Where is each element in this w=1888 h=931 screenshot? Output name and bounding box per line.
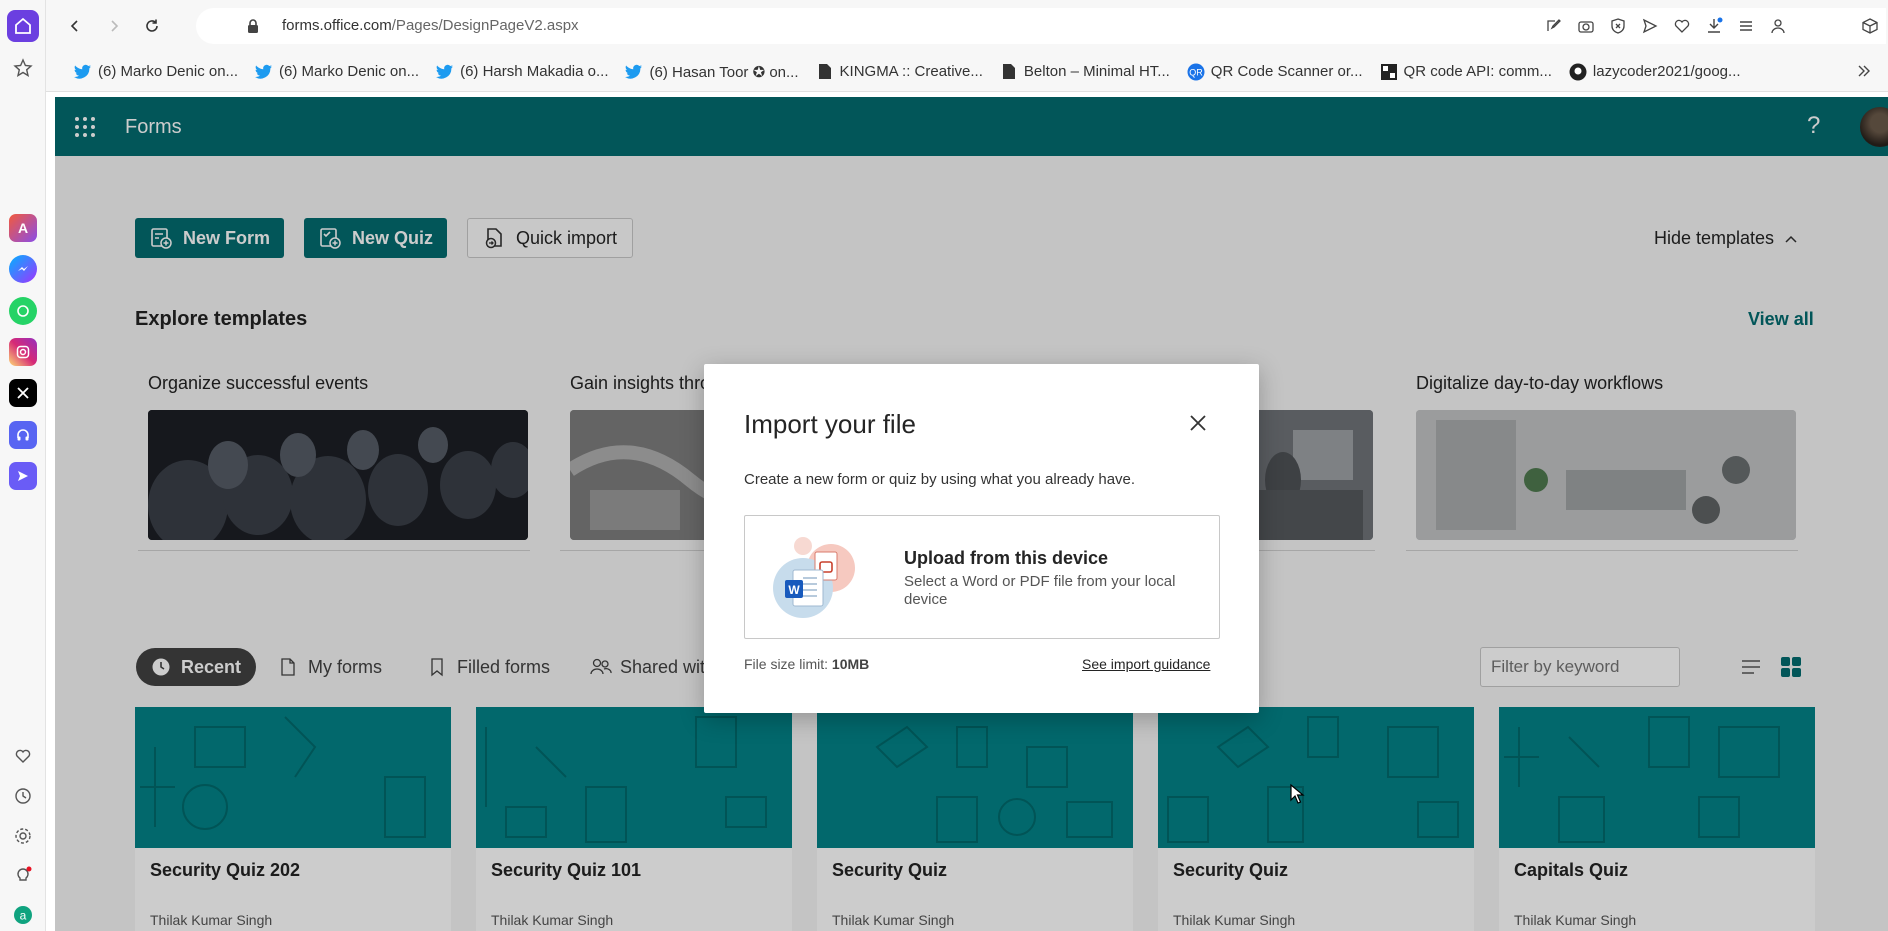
bookmark-item[interactable]: (6) Marko Denic on... [74,63,238,81]
svg-text:W: W [788,583,800,597]
assistant-icon[interactable]: a [7,899,39,931]
home-icon[interactable] [7,10,39,42]
twitter-bird-icon [625,63,643,81]
forward-arrow-icon[interactable] [102,14,126,38]
bookmark-item[interactable]: (6) Hasan Toor ✪ on... [625,63,799,81]
upload-title: Upload from this device [904,548,1109,568]
heart-icon[interactable] [7,740,39,772]
profile-icon[interactable] [1766,14,1790,38]
edit-page-icon[interactable] [1542,14,1566,38]
browser-sidebar: A a [0,0,46,931]
bookmark-item[interactable]: (6) Marko Denic on... [255,63,419,81]
svg-text:QR: QR [1189,67,1203,77]
download-icon[interactable] [1702,14,1726,38]
whatsapp-icon[interactable] [9,297,37,325]
twitter-bird-icon [74,63,92,81]
browser-toolbar: forms.office.com/Pages/DesignPageV2.aspx [46,0,1888,52]
close-icon[interactable] [1186,411,1210,435]
bookmark-item[interactable]: KINGMA :: Creative... [816,63,983,81]
dialog-title: Import your file [744,409,916,439]
upload-description: Select a Word or PDF file from your loca… [904,573,1176,608]
screenshot-camera-icon[interactable] [1574,14,1598,38]
url-text: forms.office.com/Pages/DesignPageV2.aspx [282,17,579,34]
reload-icon[interactable] [140,14,164,38]
headphones-app-icon[interactable] [9,421,37,449]
mouse-cursor-icon [1289,783,1305,805]
extensions-cube-icon[interactable] [1858,14,1882,38]
svg-text:a: a [20,909,27,923]
lock-icon[interactable] [246,18,260,34]
lightbulb-icon[interactable] [7,859,39,891]
send-app-icon[interactable] [9,462,37,490]
page-icon [1000,63,1018,81]
github-icon [1569,63,1587,81]
upload-file-illustration: W [773,536,859,622]
bookmarks-bar: (6) Marko Denic on... (6) Marko Denic on… [46,52,1888,92]
back-arrow-icon[interactable] [63,14,87,38]
dialog-subtitle: Create a new form or quiz by using what … [744,471,1136,488]
shield-block-icon[interactable] [1606,14,1630,38]
see-import-guidance-link[interactable]: See import guidance [1082,656,1210,672]
qr-icon: QR [1187,63,1205,81]
settings-gear-icon[interactable] [7,820,39,852]
more-bookmarks-chevron-icon[interactable] [1856,63,1872,79]
twitter-bird-icon [255,63,273,81]
bookmark-item[interactable]: QR QR Code Scanner or... [1187,63,1363,81]
bookmark-item[interactable]: lazycoder2021/goog... [1569,63,1741,81]
instagram-icon[interactable] [9,338,37,366]
aria-app-icon[interactable]: A [9,214,37,242]
bookmark-item[interactable]: Belton – Minimal HT... [1000,63,1170,81]
page-icon [816,63,834,81]
menu-lines-icon[interactable] [1734,14,1758,38]
x-twitter-icon[interactable] [9,379,37,407]
qr-code-icon [1380,63,1398,81]
messenger-icon[interactable] [9,255,37,283]
upload-from-device-button[interactable]: W Upload from this device Select a Word … [744,515,1220,639]
import-file-dialog: Import your file Create a new form or qu… [704,364,1259,713]
twitter-bird-icon [436,63,454,81]
bookmark-item[interactable]: (6) Harsh Makadia o... [436,63,608,81]
bookmark-item[interactable]: QR code API: comm... [1380,63,1552,81]
favorite-heart-icon[interactable] [1670,14,1694,38]
send-icon[interactable] [1638,14,1662,38]
star-icon[interactable] [7,52,39,84]
history-icon[interactable] [7,780,39,812]
file-size-limit: File size limit: 10MB [744,656,870,672]
address-bar[interactable]: forms.office.com/Pages/DesignPageV2.aspx [196,8,1886,44]
